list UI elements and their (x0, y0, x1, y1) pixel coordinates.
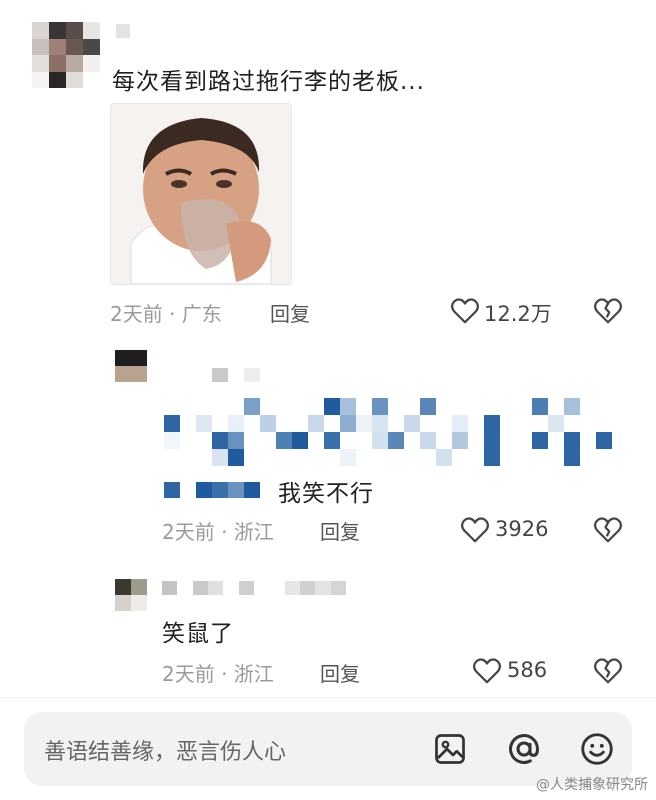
blurred-mention[interactable] (164, 482, 276, 498)
reply-button[interactable]: 回复 (320, 516, 360, 545)
comment-input-placeholder[interactable]: 善语结善缘，恶言伤人心 (44, 734, 286, 766)
comment-image[interactable] (110, 103, 292, 285)
comment-meta: 2天前 · 浙江 (162, 658, 274, 687)
divider (0, 697, 656, 698)
comment-location: 广东 (181, 302, 222, 326)
comment-time: 2天前 (162, 662, 215, 686)
like-count: 3926 (495, 517, 549, 541)
avatar[interactable] (115, 350, 147, 382)
broken-heart-icon[interactable] (593, 516, 623, 544)
broken-heart-icon[interactable] (593, 297, 623, 325)
avatar[interactable] (115, 579, 147, 611)
comment-meta: 2天前 · 广东 (110, 298, 222, 327)
like-count: 586 (507, 658, 548, 682)
heart-outline-icon[interactable] (460, 516, 490, 544)
avatar[interactable] (32, 22, 100, 88)
meta-separator: · (169, 302, 176, 326)
broken-heart-icon[interactable] (593, 657, 623, 685)
blurred-text-block (164, 398, 612, 466)
meta-separator: · (221, 662, 228, 686)
comment-text: 每次看到路过拖行李的老板... (112, 69, 425, 95)
username-blurred[interactable] (162, 581, 346, 595)
watermark: @人类捕象研究所 (536, 777, 648, 793)
smiley-icon[interactable] (578, 730, 616, 768)
comment-time: 2天前 (110, 302, 163, 326)
comment-location: 浙江 (233, 662, 274, 686)
heart-outline-icon[interactable] (472, 657, 502, 685)
comment-time: 2天前 (162, 520, 215, 544)
comment-meta: 2天前 · 浙江 (162, 516, 274, 545)
face-photo-icon (111, 104, 291, 284)
username-blurred[interactable] (212, 368, 260, 382)
reply-button[interactable]: 回复 (320, 658, 360, 687)
image-icon[interactable] (432, 731, 468, 767)
at-sign-icon[interactable] (505, 730, 543, 768)
like-count: 12.2万 (484, 302, 552, 326)
reply-button[interactable]: 回复 (270, 298, 310, 327)
heart-outline-icon[interactable] (450, 297, 480, 325)
comment-location: 浙江 (233, 520, 274, 544)
comment-text: 笑鼠了 (162, 621, 234, 647)
username-blurred[interactable] (116, 24, 130, 38)
meta-separator: · (221, 520, 228, 544)
comment-text: 我笑不行 (278, 481, 374, 507)
